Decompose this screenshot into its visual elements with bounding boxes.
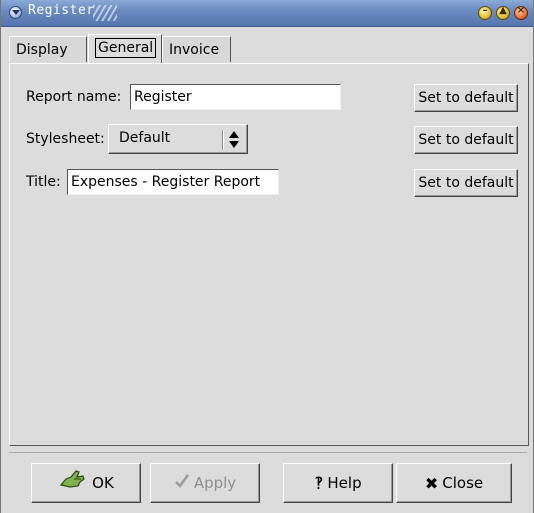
combo-separator [222,130,224,150]
maximize-button[interactable]: ▲ [496,5,510,20]
ok-hand-icon [58,465,88,503]
title-set-default-button[interactable]: Set to default [414,169,518,197]
report-name-input[interactable]: Register [130,84,341,110]
tab-invoice[interactable]: Invoice [162,36,231,62]
general-panel [9,63,529,446]
window-menu-icon[interactable] [9,6,22,19]
tab-general-label: General [95,38,157,58]
help-button-label: Help [327,474,362,492]
x-icon: ✖ [424,473,439,493]
title-label: Title: [26,174,61,190]
apply-button[interactable]: Apply [150,463,260,503]
tab-display-label: Display [16,42,68,58]
check-icon [174,465,190,503]
apply-button-label: Apply [193,474,237,492]
stylesheet-set-default-button[interactable]: Set to default [414,126,518,154]
close-window-button[interactable]: × [514,5,528,20]
tab-general[interactable]: General [88,34,162,64]
up-down-arrows-icon [228,131,240,149]
stylesheet-select[interactable]: Default [108,124,248,154]
title-input[interactable]: Expenses - Register Report [67,169,279,195]
close-icon: × [516,5,526,16]
question-icon: ‽ [314,473,324,494]
maximize-icon: ▲ [499,5,507,16]
tab-invoice-label: Invoice [169,42,220,58]
titlebar[interactable]: Register – ▲ × [1,0,533,27]
minimize-button[interactable]: – [478,5,492,20]
tab-display[interactable]: Display [9,36,87,62]
window-title: Register [28,3,95,18]
help-button[interactable]: ‽ Help [283,463,393,503]
button-area-separator [9,452,527,453]
titlebar-grip-icon [93,5,117,21]
ok-button[interactable]: OK [31,463,141,503]
report-name-set-default-button[interactable]: Set to default [414,84,518,112]
dialog-window: Register – ▲ × Display General Invoice R… [0,0,534,513]
close-button[interactable]: ✖ Close [396,463,512,503]
close-button-label: Close [442,474,484,492]
stylesheet-label: Stylesheet: [26,131,105,147]
stylesheet-selected-value: Default [119,130,171,146]
ok-button-label: OK [92,474,114,492]
minimize-icon: – [482,5,488,16]
report-name-label: Report name: [26,89,122,105]
